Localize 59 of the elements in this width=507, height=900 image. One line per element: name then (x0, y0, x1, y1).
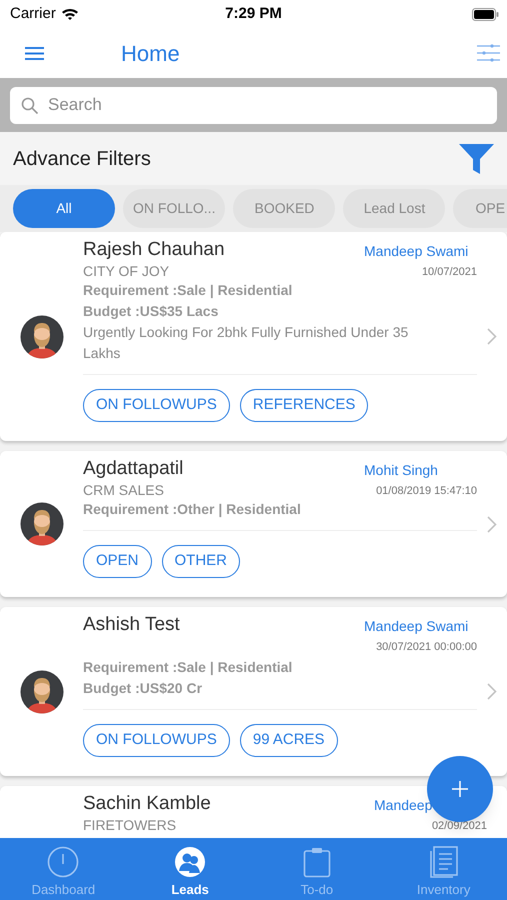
chevron-right-icon (487, 683, 497, 700)
lead-date: 01/08/2019 15:47:10 (375, 484, 477, 499)
lead-detail: Budget :US$20 Cr (83, 679, 204, 698)
search-icon (21, 96, 39, 114)
wifi-icon (60, 7, 79, 21)
filter-chip[interactable]: All (13, 189, 115, 228)
status-tag: 99 ACRES (240, 724, 338, 757)
tab-bar-item[interactable]: Dashboard (0, 838, 127, 900)
lead-name: Agdattapatil (83, 457, 184, 481)
assignee-name: Mandeep (374, 796, 432, 815)
section-title: Advance Filters (13, 146, 151, 172)
lead-detail: Requirement :Sale | Residential (83, 281, 294, 300)
status-tag: OPEN (83, 545, 152, 578)
carrier-label: Carrier (10, 4, 56, 24)
tab-bar-item[interactable]: Leads (126, 838, 254, 900)
status-tag: OTHER (162, 545, 240, 578)
assignee-name: Mandeep Swami (364, 617, 468, 636)
project-name: CRM SALES (83, 481, 165, 499)
project-name: CITY OF JOY (83, 262, 170, 280)
lead-detail: Requirement :Other | Residential (83, 500, 302, 520)
lead-name: Rajesh Chauhan (83, 238, 225, 262)
lead-card[interactable]: Sachin Kamble FIRETOWERS Mandeep 02/09/2021 (0, 786, 507, 838)
assignee-name: Mandeep Swami (364, 242, 468, 261)
plus-icon (452, 781, 468, 797)
document-icon (428, 846, 459, 878)
battery-icon (472, 8, 499, 21)
lead-detail: Budget :US$35 Lacs (83, 302, 220, 321)
filter-chip[interactable]: Lead Lost (343, 189, 446, 228)
filter-chip[interactable]: BOOKED (233, 189, 336, 228)
assignee-name: Mohit Singh (364, 461, 438, 480)
clipboard-icon (302, 846, 331, 878)
project-name: FIRETOWERS (83, 816, 178, 834)
menu-icon[interactable] (25, 46, 44, 60)
lead-detail: Urgently Looking For 2bhk Fully Furnished Under 35 Lakhs (83, 323, 410, 363)
lead-name: Ashish Test (83, 613, 180, 637)
lead-card[interactable]: Rajesh Chauhan CITY OF JOY Mandeep Swami 10/07/2021 Requirement :Sale | Residential Budget :US$35 Lacs Urgently Looking For 2bhk Fully Furnished Under 35 Lakhs ON FOLLOWUPS REFERENCES (0, 232, 507, 441)
tab-bar-item[interactable]: Inventory (380, 838, 507, 900)
page-title: Home (121, 40, 180, 68)
status-tag: ON FOLLOWUPS (83, 724, 230, 757)
chevron-right-icon (487, 328, 497, 345)
lead-date: 02/09/2021 (430, 819, 487, 834)
lead-date: 30/07/2021 00:00:00 (375, 640, 477, 655)
people-icon (174, 846, 206, 878)
search-field[interactable]: Search (10, 86, 497, 124)
filter-chip[interactable]: OPE (453, 189, 507, 228)
filter-icon[interactable] (459, 144, 494, 174)
status-tag: ON FOLLOWUPS (83, 389, 230, 422)
lead-card[interactable]: Agdattapatil CRM SALES Mohit Singh 01/08/2019 15:47:10 Requirement :Other | Residential OPEN OTHER (0, 451, 507, 597)
lead-detail: Requirement :Sale | Residential (83, 658, 294, 678)
chevron-right-icon (487, 516, 497, 532)
lead-card[interactable]: Ashish Test Mandeep Swami 30/07/2021 00:00:00 Requirement :Sale | Residential Budget :US$20 Cr ON FOLLOWUPS 99 ACRES (0, 607, 507, 776)
lead-date: 10/07/2021 (420, 265, 477, 280)
clock-time: 7:29 PM (225, 4, 282, 24)
filter-chip[interactable]: ON FOLLO... (123, 189, 226, 228)
tab-bar-item[interactable]: To-do (254, 838, 380, 900)
status-tag: REFERENCES (240, 389, 368, 422)
lead-name: Sachin Kamble (83, 792, 211, 816)
sliders-icon[interactable] (477, 44, 500, 62)
clock-icon (47, 846, 80, 878)
